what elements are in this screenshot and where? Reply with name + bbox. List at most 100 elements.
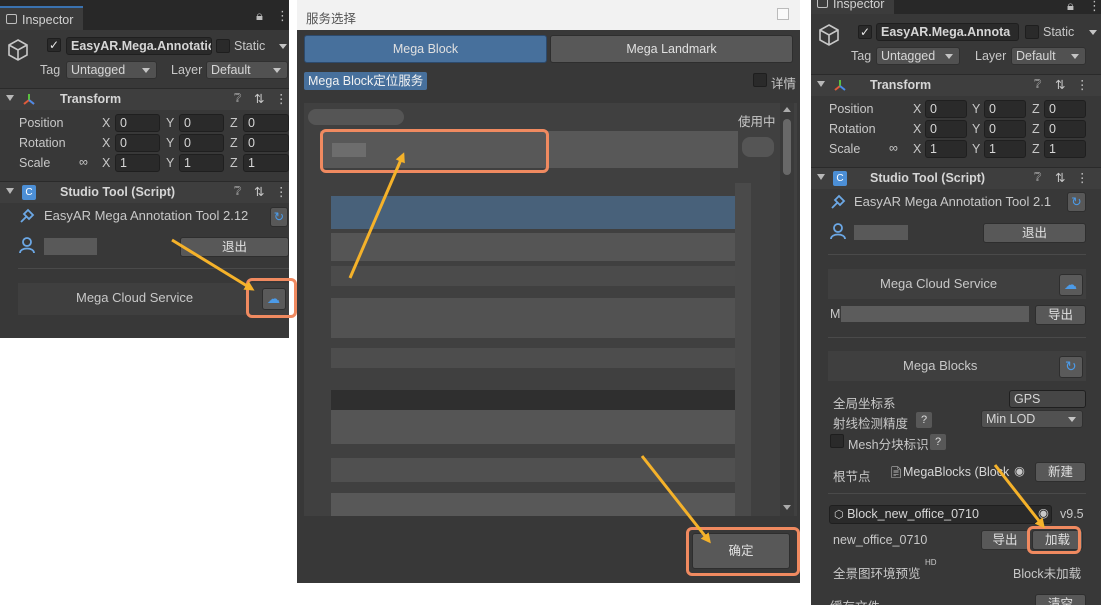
right-inspector-tab[interactable]: Inspector bbox=[811, 0, 895, 14]
object-name-field[interactable]: EasyAR.Mega.Annotatio bbox=[66, 37, 212, 55]
preset-icon[interactable]: ⇅ bbox=[1055, 77, 1065, 92]
dialog-title: 服务选择 bbox=[306, 12, 357, 26]
position-y-field[interactable]: 0 bbox=[179, 114, 224, 132]
static-checkbox[interactable] bbox=[1025, 25, 1039, 39]
scale-z-field[interactable]: 1 bbox=[1044, 140, 1086, 158]
position-x-field[interactable]: 0 bbox=[115, 114, 160, 132]
mesh-checkbox[interactable] bbox=[830, 434, 844, 448]
raycast-dropdown[interactable]: Min LOD bbox=[981, 410, 1083, 428]
axis-z-label: Z bbox=[1032, 142, 1040, 156]
right-inspector-panel: Inspector 🔒︎ ⋮ ✓ EasyAR.Mega.Annota Stat… bbox=[811, 0, 1101, 605]
close-icon[interactable] bbox=[777, 8, 789, 20]
refresh-button[interactable]: ↻ bbox=[270, 207, 288, 227]
component-menu-icon[interactable]: ⋮ bbox=[1076, 170, 1089, 185]
preset-icon[interactable]: ⇅ bbox=[1055, 170, 1065, 185]
link-icon[interactable]: ∞ bbox=[889, 141, 898, 155]
transform-header[interactable]: Transform ❔︎ ⇅ ⋮ bbox=[0, 88, 289, 110]
export-block-button[interactable]: 导出 bbox=[981, 530, 1029, 550]
rotation-z-field[interactable]: 0 bbox=[243, 134, 289, 152]
scale-label: Scale bbox=[19, 156, 51, 170]
global-coord-field[interactable]: GPS bbox=[1009, 390, 1086, 408]
clear-button[interactable]: 清空 bbox=[1035, 594, 1086, 605]
layer-dropdown[interactable]: Default bbox=[206, 61, 288, 79]
rotation-x-field[interactable]: 0 bbox=[925, 120, 967, 138]
preset-icon[interactable]: ⇅ bbox=[254, 184, 264, 199]
mega-blocks-refresh-button[interactable]: ↻ bbox=[1059, 356, 1083, 378]
menu-icon[interactable]: ⋮ bbox=[276, 8, 289, 24]
scale-z-field[interactable]: 1 bbox=[243, 154, 289, 172]
block-icon: ⬡ bbox=[834, 509, 844, 521]
hd-label: HD bbox=[925, 558, 937, 567]
details-checkbox[interactable] bbox=[753, 73, 767, 87]
object-name-field[interactable]: EasyAR.Mega.Annota bbox=[876, 23, 1019, 41]
highlight-box-cloud bbox=[246, 278, 297, 318]
axis-z-label: Z bbox=[1032, 122, 1040, 136]
position-z-field[interactable]: 0 bbox=[243, 114, 289, 132]
in-use-toggle[interactable] bbox=[742, 137, 774, 157]
position-z-field[interactable]: 0 bbox=[1044, 100, 1086, 118]
component-menu-icon[interactable]: ⋮ bbox=[275, 184, 288, 199]
scrollbar[interactable] bbox=[780, 103, 794, 516]
raycast-help-button[interactable]: ? bbox=[916, 412, 932, 428]
highlight-box-row bbox=[320, 129, 549, 173]
object-active-checkbox[interactable]: ✓ bbox=[47, 38, 61, 52]
scroll-down-icon[interactable] bbox=[783, 505, 791, 510]
position-x-field[interactable]: 0 bbox=[925, 100, 967, 118]
left-inspector-tab[interactable]: Inspector bbox=[0, 6, 84, 30]
component-menu-icon[interactable]: ⋮ bbox=[275, 91, 288, 106]
scale-y-field[interactable]: 1 bbox=[984, 140, 1026, 158]
scale-y-field[interactable]: 1 bbox=[179, 154, 224, 172]
scale-x-field[interactable]: 1 bbox=[115, 154, 160, 172]
mesh-help-button[interactable]: ? bbox=[930, 434, 946, 450]
m-label: M bbox=[830, 307, 841, 321]
menu-icon[interactable]: ⋮ bbox=[1088, 0, 1101, 14]
cache-label: 缓存文件 bbox=[830, 596, 880, 605]
transform-header[interactable]: Transform ❔︎ ⇅ ⋮ bbox=[811, 74, 1101, 96]
logout-button[interactable]: 退出 bbox=[983, 223, 1086, 243]
tab-mega-block[interactable]: Mega Block bbox=[304, 35, 547, 63]
export-button[interactable]: 导出 bbox=[1035, 305, 1086, 325]
block-field[interactable]: ⬡ Block_new_office_0710 bbox=[829, 505, 1052, 524]
scroll-up-icon[interactable] bbox=[783, 107, 791, 112]
logout-button[interactable]: 退出 bbox=[180, 237, 289, 257]
static-dropdown-arrow-icon[interactable] bbox=[279, 44, 287, 49]
preset-icon[interactable]: ⇅ bbox=[254, 91, 264, 106]
component-menu-icon[interactable]: ⋮ bbox=[1076, 77, 1089, 92]
object-active-checkbox[interactable]: ✓ bbox=[858, 25, 872, 39]
help-icon[interactable]: ❔︎ bbox=[1034, 170, 1042, 185]
tag-dropdown[interactable]: Untagged bbox=[876, 47, 960, 65]
object-picker-icon[interactable]: ◉ bbox=[1038, 505, 1049, 520]
rotation-y-field[interactable]: 0 bbox=[179, 134, 224, 152]
root-field[interactable]: 📄︎MegaBlocks (Block bbox=[884, 463, 1026, 481]
cloud-service-button[interactable]: ☁ bbox=[1059, 274, 1083, 296]
script-header[interactable]: C Studio Tool (Script) ❔︎ ⇅ ⋮ bbox=[0, 181, 289, 203]
rotation-label: Rotation bbox=[829, 122, 876, 136]
static-dropdown-arrow-icon[interactable] bbox=[1089, 30, 1097, 35]
position-y-field[interactable]: 0 bbox=[984, 100, 1026, 118]
object-picker-icon[interactable]: ◉ bbox=[1014, 463, 1025, 478]
script-header[interactable]: C Studio Tool (Script) ❔︎ ⇅ ⋮ bbox=[811, 167, 1101, 189]
rotation-x-field[interactable]: 0 bbox=[115, 134, 160, 152]
static-checkbox[interactable] bbox=[216, 39, 230, 53]
help-icon[interactable]: ❔︎ bbox=[1034, 77, 1042, 92]
layer-dropdown[interactable]: Default bbox=[1011, 47, 1086, 65]
root-label: 根节点 bbox=[833, 470, 871, 484]
scroll-thumb[interactable] bbox=[783, 119, 791, 175]
tab-mega-landmark[interactable]: Mega Landmark bbox=[550, 35, 793, 63]
dialog-titlebar: 服务选择 bbox=[297, 0, 800, 30]
lock-icon[interactable]: 🔒︎ bbox=[256, 8, 263, 24]
refresh-button[interactable]: ↻ bbox=[1067, 192, 1086, 212]
axis-y-label: Y bbox=[972, 122, 981, 136]
layer-label: Layer bbox=[975, 49, 1007, 63]
static-label: Static bbox=[234, 39, 266, 53]
help-icon[interactable]: ❔︎ bbox=[234, 91, 242, 106]
scale-x-field[interactable]: 1 bbox=[925, 140, 967, 158]
new-button[interactable]: 新建 bbox=[1035, 462, 1086, 482]
rotation-z-field[interactable]: 0 bbox=[1044, 120, 1086, 138]
rotation-y-field[interactable]: 0 bbox=[984, 120, 1026, 138]
lock-icon[interactable]: 🔒︎ bbox=[1067, 0, 1074, 14]
link-icon[interactable]: ∞ bbox=[79, 155, 88, 169]
tag-dropdown[interactable]: Untagged bbox=[66, 61, 157, 79]
script-title: Studio Tool (Script) bbox=[870, 171, 986, 185]
help-icon[interactable]: ❔︎ bbox=[234, 184, 242, 199]
